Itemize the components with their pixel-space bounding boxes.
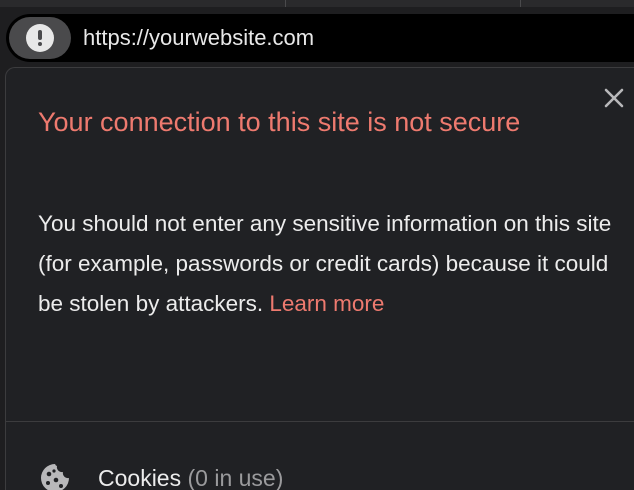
tab-separator <box>520 0 521 7</box>
site-info-button[interactable] <box>9 17 71 59</box>
security-description: You should not enter any sensitive infor… <box>38 204 618 324</box>
tab-separator <box>285 0 286 7</box>
cookies-item[interactable]: Cookies (0 in use) <box>6 446 634 490</box>
url-text[interactable]: https://yourwebsite.com <box>83 24 314 52</box>
site-security-popup: Your connection to this site is not secu… <box>5 67 634 490</box>
cookies-count: (0 in use) <box>187 465 284 490</box>
cookies-label: Cookies (0 in use) <box>98 461 283 490</box>
browser-window: https://yourwebsite.com Your connection … <box>0 0 634 490</box>
divider <box>6 421 634 422</box>
address-bar[interactable]: https://yourwebsite.com <box>6 14 634 62</box>
close-icon <box>604 88 624 108</box>
close-button[interactable] <box>600 84 628 112</box>
toolbar: https://yourwebsite.com <box>0 7 634 67</box>
warning-icon <box>26 24 54 52</box>
learn-more-link[interactable]: Learn more <box>269 291 384 316</box>
popup-title: Your connection to this site is not secu… <box>38 107 521 137</box>
cookies-title: Cookies <box>98 465 182 490</box>
cookie-icon <box>41 464 69 490</box>
